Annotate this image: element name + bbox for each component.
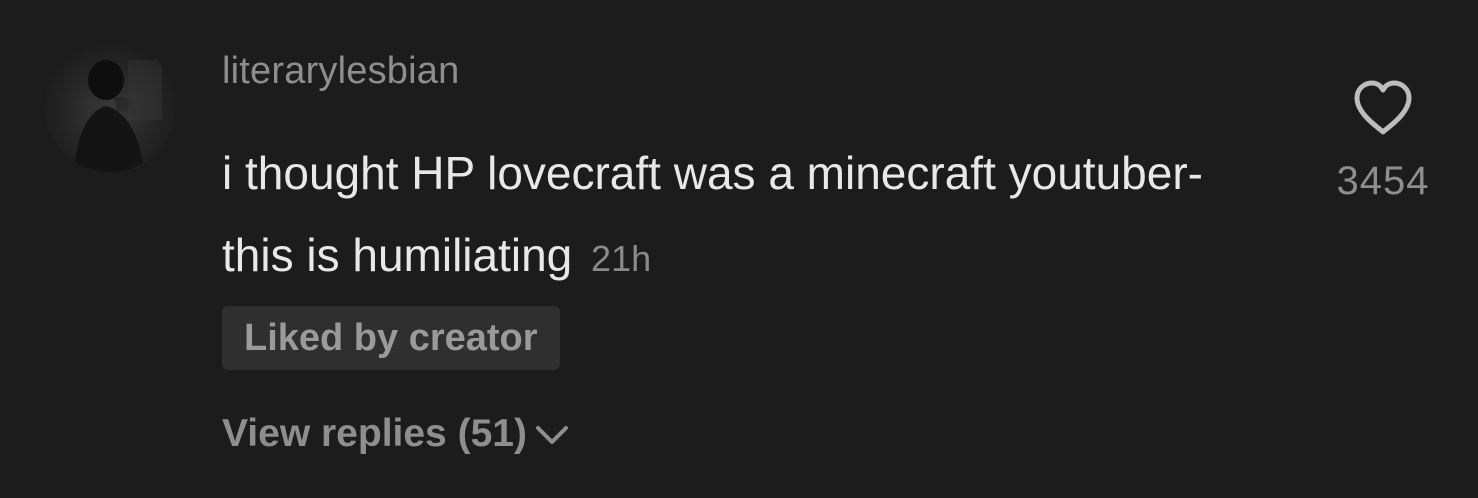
timestamp: 21h	[591, 238, 652, 279]
view-replies-label: View replies (51)	[222, 412, 527, 455]
comment-item: literarylesbian i thought HP lovecraft w…	[0, 0, 1478, 498]
like-count: 3454	[1336, 159, 1430, 203]
view-replies-button[interactable]: View replies (51)	[222, 412, 569, 456]
username[interactable]: literarylesbian	[222, 50, 459, 93]
avatar[interactable]	[44, 40, 176, 172]
like-section: 3454	[1318, 78, 1448, 204]
heart-outline-icon[interactable]	[1351, 78, 1415, 138]
comment-text: i thought HP lovecraft was a minecraft y…	[222, 132, 1272, 300]
chevron-down-icon	[535, 412, 569, 456]
liked-by-creator-badge: Liked by creator	[222, 306, 560, 370]
comment-body: i thought HP lovecraft was a minecraft y…	[222, 147, 1203, 281]
avatar-photo	[74, 60, 162, 172]
